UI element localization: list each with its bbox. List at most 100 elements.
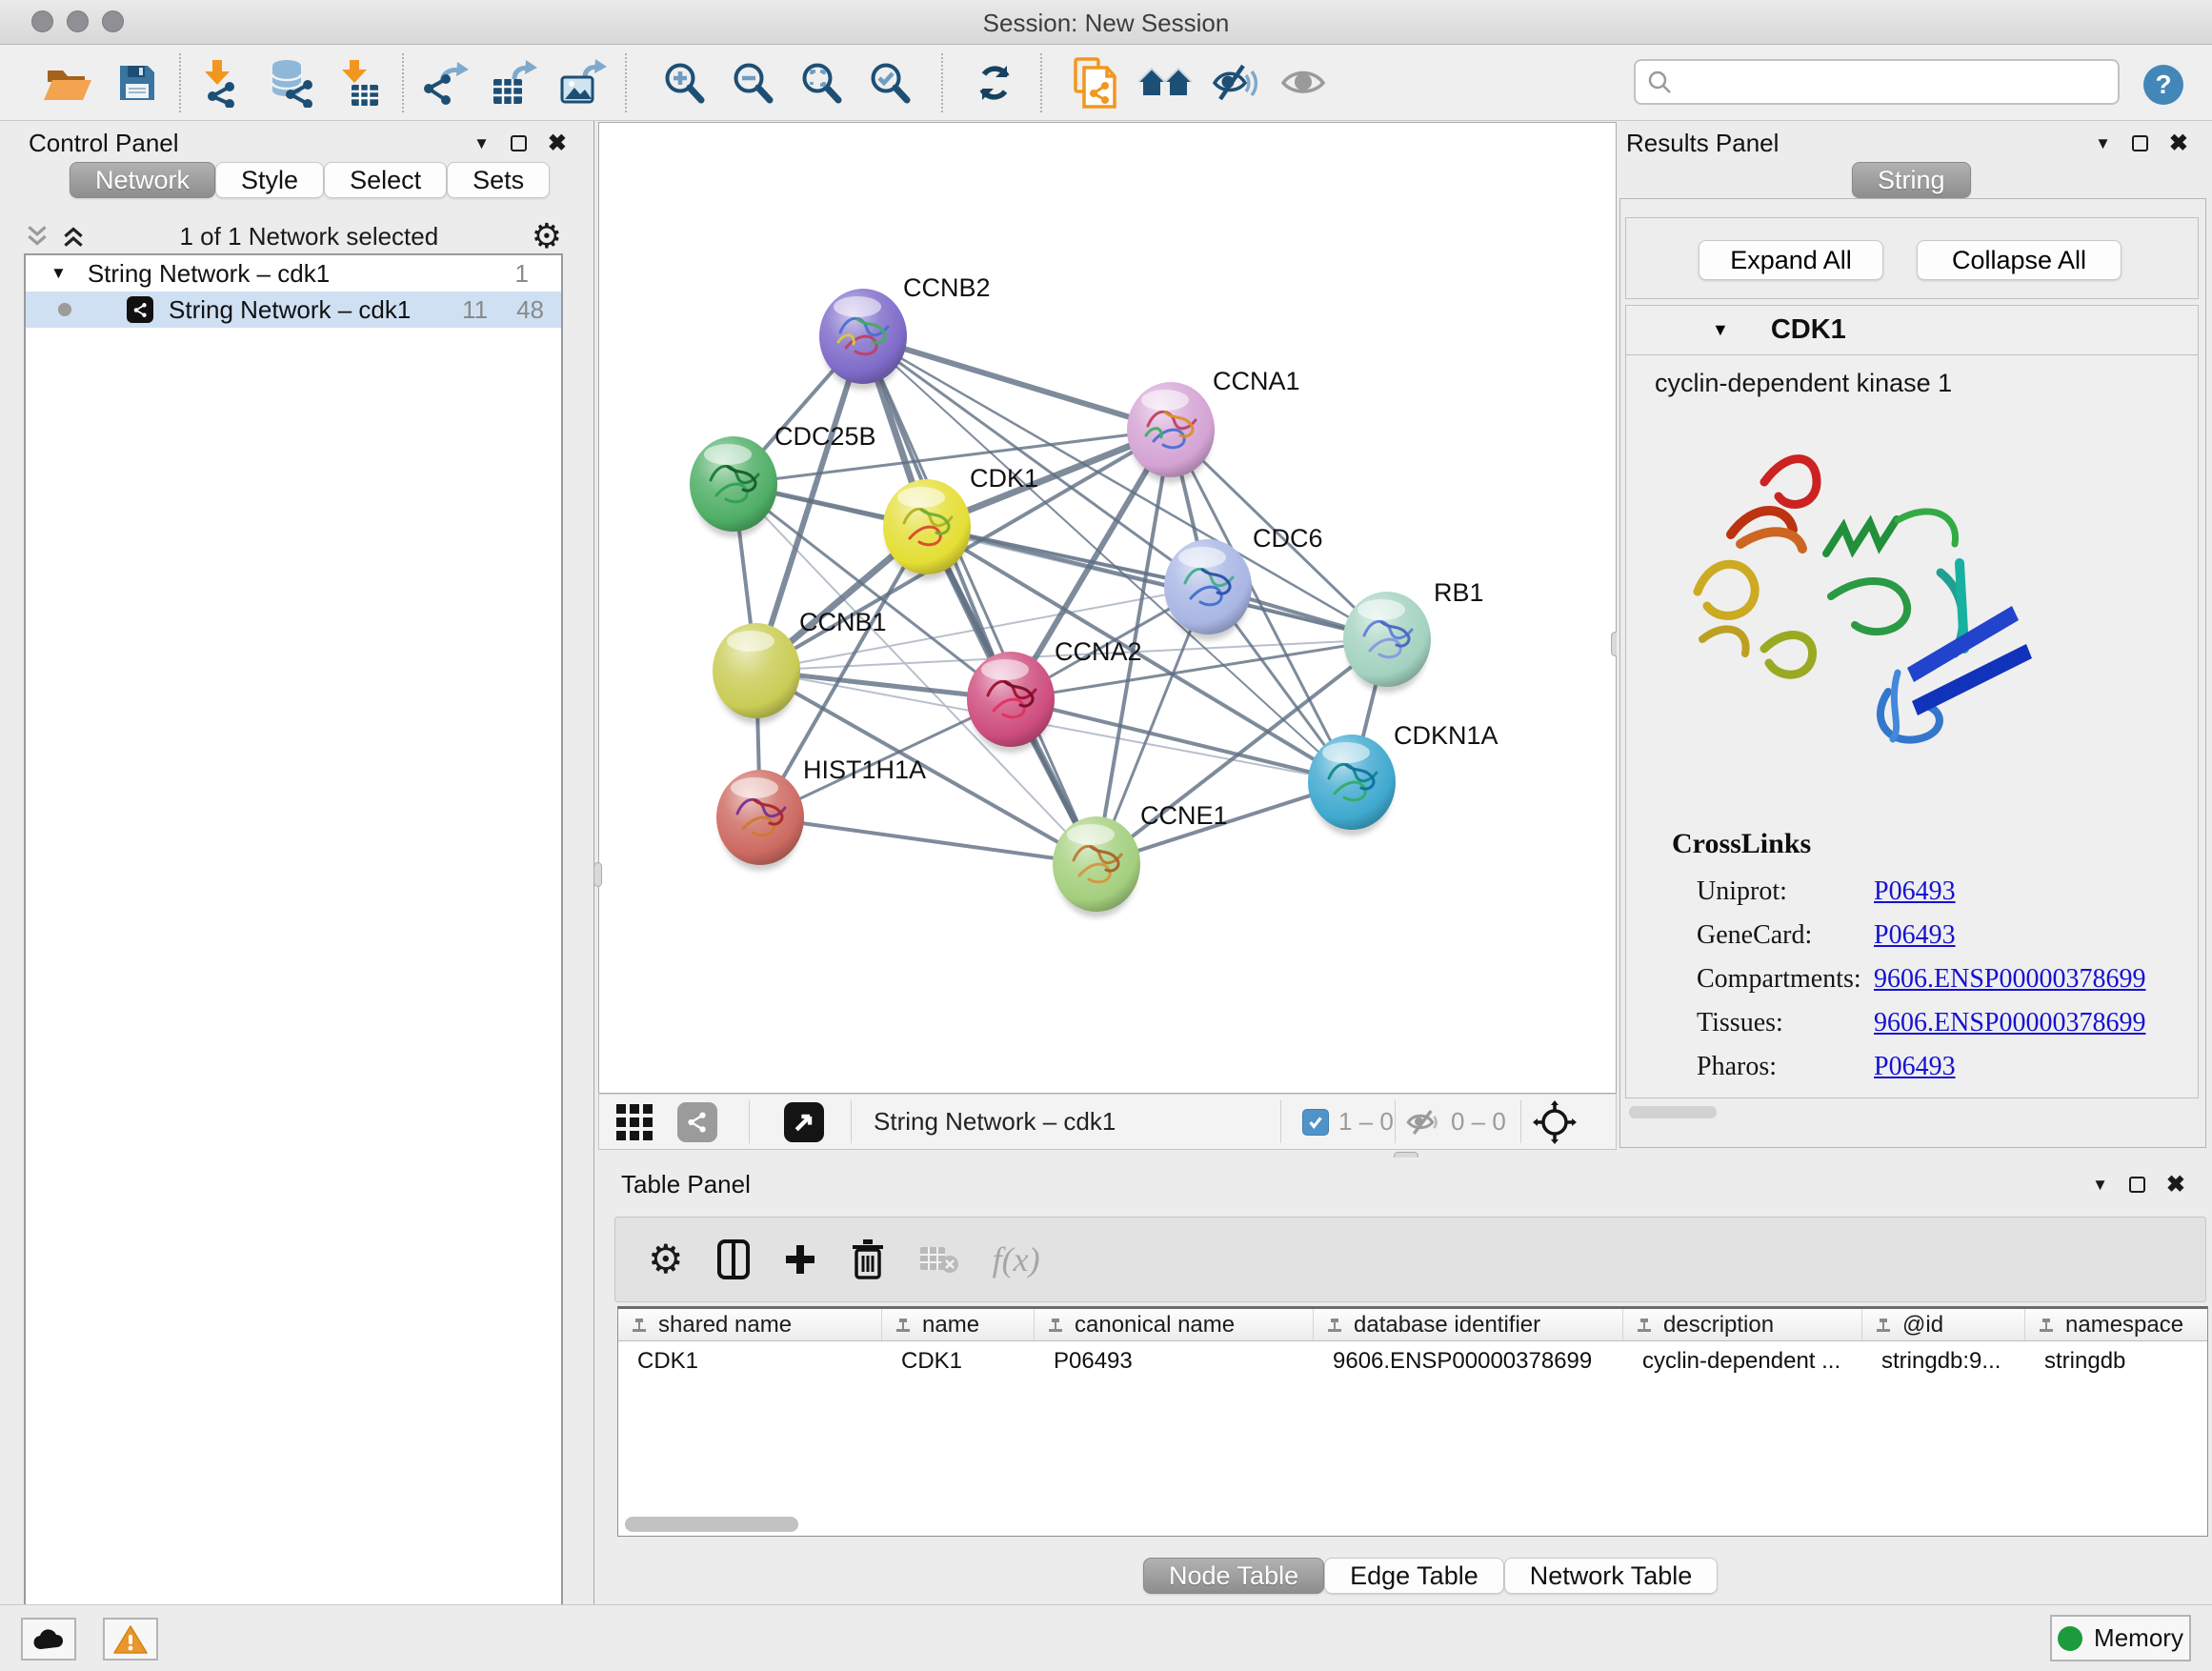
clone-network-button[interactable]: [1063, 52, 1132, 113]
birdseye-view-button[interactable]: [784, 1095, 824, 1149]
table-cell[interactable]: stringdb:9...: [1862, 1341, 2025, 1381]
show-grid-button[interactable]: [614, 1095, 654, 1149]
collapse-all-tree-icon[interactable]: [60, 223, 87, 250]
table-cell[interactable]: cyclin-dependent ...: [1623, 1341, 1862, 1381]
column-header-database-identifier[interactable]: database identifier: [1314, 1309, 1623, 1340]
protein-disclosure-icon[interactable]: ▼: [1712, 320, 1729, 340]
save-session-button[interactable]: [103, 52, 171, 113]
network-options-gear-icon[interactable]: ⚙: [532, 219, 562, 253]
memory-label: Memory: [2094, 1623, 2183, 1653]
open-session-button[interactable]: [34, 52, 103, 113]
memory-button[interactable]: Memory: [2050, 1615, 2191, 1661]
table-cell[interactable]: P06493: [1035, 1341, 1314, 1381]
network-collection-row[interactable]: ▼ String Network – cdk1 1: [26, 255, 561, 292]
export-network-button[interactable]: [412, 52, 480, 113]
crosslink-link[interactable]: 9606.ENSP00000378699: [1874, 1008, 2145, 1038]
show-columns-icon[interactable]: [716, 1238, 751, 1280]
zoom-in-button[interactable]: [650, 52, 718, 113]
results-hscroll-thumb[interactable]: [1629, 1106, 1717, 1118]
expand-all-tree-icon[interactable]: [24, 223, 50, 250]
tab-node-table[interactable]: Node Table: [1143, 1558, 1324, 1594]
show-glass-panel-button[interactable]: [1269, 52, 1337, 113]
protein-card-header[interactable]: ▼ CDK1: [1626, 306, 2198, 355]
tab-style[interactable]: Style: [215, 162, 324, 198]
search-field[interactable]: [1634, 59, 2120, 105]
table-cell[interactable]: CDK1: [882, 1341, 1035, 1381]
table-cell[interactable]: 9606.ENSP00000378699: [1314, 1341, 1623, 1381]
checkbox-checked-icon[interactable]: [1302, 1109, 1329, 1136]
column-header-name[interactable]: name: [882, 1309, 1035, 1340]
table-row[interactable]: CDK1CDK1P064939606.ENSP00000378699cyclin…: [618, 1341, 2207, 1381]
import-network-file-button[interactable]: [189, 52, 257, 113]
node-CDC25B[interactable]: CDC25B: [690, 422, 876, 537]
column-header-namespace[interactable]: namespace: [2025, 1309, 2208, 1340]
close-panel-button[interactable]: ✖: [548, 130, 567, 157]
crosslink-link[interactable]: P06493: [1874, 1052, 1956, 1082]
collection-disclosure-icon[interactable]: ▼: [50, 264, 67, 283]
network-row-selected[interactable]: String Network – cdk1 11 48: [26, 292, 561, 328]
float-panel-button[interactable]: ▼: [473, 134, 490, 153]
node-CDC6[interactable]: CDC6: [1164, 524, 1323, 640]
column-header-canonical-name[interactable]: canonical name: [1035, 1309, 1314, 1340]
table-hscroll-thumb[interactable]: [625, 1517, 798, 1532]
cloud-button[interactable]: [21, 1618, 76, 1661]
node-table: shared namenamecanonical namedatabase id…: [617, 1306, 2208, 1537]
tab-network[interactable]: Network: [70, 162, 215, 198]
delete-column-icon[interactable]: [850, 1238, 886, 1281]
float-table-button[interactable]: ▼: [2092, 1176, 2108, 1195]
network-canvas[interactable]: CCNB2CCNA1CDC25BCDK1CDC6RB1CCNB1CCNA2CDK…: [598, 122, 1617, 1094]
crosslink-link[interactable]: P06493: [1874, 876, 1956, 907]
crosslink-link[interactable]: P06493: [1874, 920, 1956, 951]
column-header-@id[interactable]: @id: [1862, 1309, 2025, 1340]
zoom-selected-button[interactable]: [855, 52, 924, 113]
add-column-icon[interactable]: [783, 1242, 817, 1277]
network-edge-HIST1H1A-CCNE1[interactable]: [760, 817, 1096, 864]
column-header-shared-name[interactable]: shared name: [618, 1309, 882, 1340]
export-image-button[interactable]: [549, 52, 617, 113]
search-input[interactable]: [1679, 69, 2089, 95]
fit-selected-button[interactable]: [1533, 1095, 1577, 1149]
import-table-button[interactable]: [326, 52, 394, 113]
network-edge-CCNB2-CCNA1[interactable]: [863, 336, 1171, 430]
selected-nodes-toggle[interactable]: 1 – 0: [1302, 1095, 1394, 1149]
tab-edge-table[interactable]: Edge Table: [1324, 1558, 1504, 1594]
hide-glass-panel-button[interactable]: [1200, 52, 1269, 113]
column-header-description[interactable]: description: [1623, 1309, 1862, 1340]
node-HIST1H1A[interactable]: HIST1H1A: [716, 755, 926, 871]
maximize-table-button[interactable]: [2129, 1177, 2145, 1193]
close-table-button[interactable]: ✖: [2166, 1171, 2185, 1198]
crosslinks-list: Uniprot:P06493GeneCard:P06493Compartment…: [1697, 870, 2179, 1089]
table-cell[interactable]: stringdb: [2025, 1341, 2208, 1381]
collapse-all-button[interactable]: Collapse All: [1917, 240, 2122, 280]
float-results-button[interactable]: ▼: [2095, 134, 2111, 153]
close-results-button[interactable]: ✖: [2169, 130, 2188, 157]
tab-string[interactable]: String: [1852, 162, 1971, 198]
node-label-CCNE1: CCNE1: [1140, 801, 1228, 830]
node-CCNE1[interactable]: CCNE1: [1053, 801, 1228, 917]
zoom-out-button[interactable]: [718, 52, 787, 113]
node-CCNA1[interactable]: CCNA1: [1127, 367, 1300, 483]
expand-all-button[interactable]: Expand All: [1699, 240, 1883, 280]
network-edge-CCNB2-CCNE1[interactable]: [863, 336, 1096, 864]
tab-select[interactable]: Select: [324, 162, 447, 198]
string-home-button[interactable]: [1132, 52, 1200, 113]
help-button[interactable]: ?: [2143, 65, 2183, 105]
maximize-panel-button[interactable]: [511, 135, 527, 151]
node-RB1[interactable]: RB1: [1343, 578, 1484, 693]
zoom-fit-button[interactable]: [787, 52, 855, 113]
table-cell[interactable]: CDK1: [618, 1341, 882, 1381]
view-mode-button[interactable]: [677, 1095, 717, 1149]
warnings-button[interactable]: [103, 1618, 158, 1661]
tab-sets[interactable]: Sets: [447, 162, 550, 198]
tab-network-table[interactable]: Network Table: [1504, 1558, 1719, 1594]
crosslink-link[interactable]: 9606.ENSP00000378699: [1874, 964, 2145, 995]
import-network-database-button[interactable]: [257, 52, 326, 113]
table-gear-icon[interactable]: ⚙: [648, 1239, 684, 1279]
hidden-items-indicator[interactable]: 0 – 0: [1405, 1095, 1506, 1149]
maximize-results-button[interactable]: [2132, 135, 2148, 151]
node-CDKN1A[interactable]: CDKN1A: [1308, 721, 1498, 836]
refresh-button[interactable]: [960, 52, 1029, 113]
left-splitter-handle[interactable]: [593, 862, 602, 887]
node-CCNB2[interactable]: CCNB2: [819, 273, 991, 390]
export-table-button[interactable]: [480, 52, 549, 113]
